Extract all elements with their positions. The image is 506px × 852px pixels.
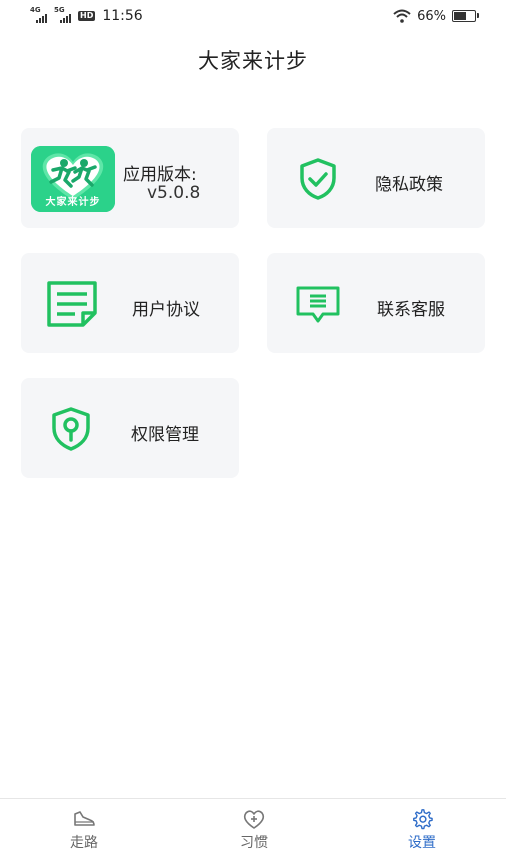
user-agreement-label: 用户协议 (132, 300, 200, 320)
document-icon (47, 281, 97, 327)
cell-signal-icon: 4G (30, 6, 50, 24)
battery-percent: 66% (417, 8, 446, 24)
bottom-nav: 走路 习惯 设置 (0, 798, 506, 851)
gear-icon (413, 809, 433, 830)
nav-label-habit: 习惯 (240, 835, 268, 851)
contact-service-label: 联系客服 (377, 300, 445, 320)
app-version-card[interactable]: 大家来计步 应用版本: v5.0.8 (21, 128, 239, 228)
status-bar: 4G 5G HD 11:56 66% (0, 0, 506, 32)
version-value: v5.0.8 (147, 183, 201, 203)
nav-item-walk[interactable]: 走路 (34, 799, 134, 851)
user-agreement-card[interactable]: 用户协议 (21, 253, 239, 353)
shield-check-icon (300, 158, 336, 200)
page-title: 大家来计步 (198, 49, 308, 73)
network-type-1: 4G (30, 6, 41, 14)
heart-plus-icon (243, 810, 265, 829)
contact-service-card[interactable]: 联系客服 (267, 253, 485, 353)
status-time: 11:56 (102, 8, 143, 24)
privacy-policy-label: 隐私政策 (375, 175, 443, 195)
nav-item-settings[interactable]: 设置 (372, 799, 472, 851)
network-type-2: 5G (54, 6, 65, 14)
app-logo: 大家来计步 (31, 146, 115, 212)
cell-signal-icon: 5G (54, 6, 74, 24)
battery-icon (452, 10, 479, 22)
nav-label-walk: 走路 (70, 835, 98, 851)
version-label: 应用版本: (123, 165, 197, 185)
permission-management-label: 权限管理 (131, 425, 199, 445)
privacy-policy-card[interactable]: 隐私政策 (267, 128, 485, 228)
wifi-icon (393, 9, 411, 23)
permission-management-card[interactable]: 权限管理 (21, 378, 239, 478)
nav-item-habit[interactable]: 习惯 (204, 799, 304, 851)
logo-text: 大家来计步 (45, 197, 101, 208)
shield-key-icon (52, 407, 90, 451)
hd-voice-icon: HD (78, 11, 96, 21)
shoe-icon (74, 811, 95, 826)
chat-message-icon (296, 286, 340, 323)
nav-label-settings: 设置 (408, 835, 436, 851)
